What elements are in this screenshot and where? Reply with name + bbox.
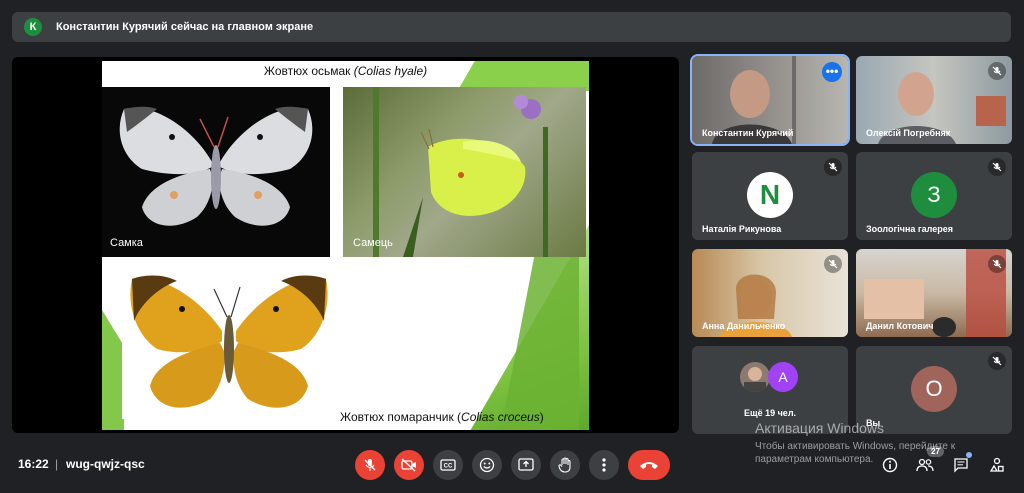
mic-toggle-button[interactable] xyxy=(355,450,385,480)
caption-orange-text: Жовтюх помаранчик ( xyxy=(340,410,462,424)
self-tile[interactable]: О Вы xyxy=(856,346,1012,434)
info-icon xyxy=(882,457,898,473)
participant-name: Вы xyxy=(866,418,881,428)
photo-female-butterfly: Самка xyxy=(102,87,330,257)
participant-tile[interactable]: Олексій Погребняк xyxy=(856,56,1012,144)
caption-female: Самка xyxy=(110,237,143,249)
svg-text:CC: CC xyxy=(444,464,453,470)
participant-name: Наталія Рикунова xyxy=(702,224,782,234)
presenter-avatar: К xyxy=(24,18,42,36)
mic-off-icon xyxy=(988,62,1006,80)
mic-off-icon xyxy=(824,158,842,176)
participant-name: Данил Котович xyxy=(866,321,934,331)
caption-male: Самець xyxy=(353,237,393,249)
separator: | xyxy=(55,457,59,471)
chat-button[interactable] xyxy=(948,452,974,478)
hand-icon xyxy=(558,457,571,473)
more-vert-icon xyxy=(602,458,606,472)
participant-avatar: N xyxy=(747,172,793,218)
notification-dot xyxy=(966,452,972,458)
mic-off-icon xyxy=(364,459,376,471)
clock: 16:22 xyxy=(18,457,49,471)
mic-off-icon xyxy=(988,352,1006,370)
hang-up-icon xyxy=(640,462,658,469)
people-count-badge: 27 xyxy=(927,446,944,457)
participant-tile[interactable]: З Зоологічна галерея xyxy=(856,152,1012,240)
activities-icon xyxy=(989,457,1004,472)
slide-title-latin: (Colias hyale) xyxy=(353,64,428,78)
slide-title-text: Жовтюх осьмак xyxy=(263,64,354,78)
chat-icon xyxy=(954,458,968,473)
more-participants-tile[interactable]: А Ещё 19 чел. xyxy=(692,346,848,434)
participant-tile[interactable]: N Наталія Рикунова xyxy=(692,152,848,240)
activities-button[interactable] xyxy=(984,452,1010,478)
captions-icon: CC xyxy=(440,459,456,471)
butterfly-image xyxy=(373,87,548,257)
present-screen-icon xyxy=(518,458,534,471)
participant-tile[interactable]: Данил Котович xyxy=(856,249,1012,337)
people-icon xyxy=(916,458,934,472)
more-options-button[interactable] xyxy=(589,450,619,480)
people-button[interactable]: 27 xyxy=(912,446,944,478)
caption-orange-end: ) xyxy=(539,410,544,424)
participant-name: Зоологічна галерея xyxy=(866,224,954,234)
participant-avatar: А xyxy=(768,362,798,392)
emoji-icon xyxy=(479,457,495,473)
participant-name: Олексій Погребняк xyxy=(866,128,951,138)
photo-male-butterfly: Самець xyxy=(343,87,586,257)
participant-avatar: З xyxy=(911,172,957,218)
presentation-slide: Жовтюх осьмак (Colias hyale) Самка Самец… xyxy=(102,61,589,430)
participant-tile[interactable]: Анна Данильченко xyxy=(692,249,848,337)
slide-decoration xyxy=(102,310,124,430)
present-screen-button[interactable] xyxy=(511,450,541,480)
butterfly-image xyxy=(130,275,328,408)
caption-orange-latin: Colias croceus xyxy=(461,410,540,424)
butterfly-image xyxy=(119,106,313,226)
leave-call-button[interactable] xyxy=(628,450,670,480)
more-options-icon[interactable]: ••• xyxy=(822,62,842,82)
meet-window: К Константин Курячий сейчас на главном э… xyxy=(0,0,1024,493)
control-bar: 16:22 | wug-qwjz-qsc CC 27 xyxy=(0,440,1024,493)
self-avatar: О xyxy=(911,366,957,412)
participant-name: Константин Курячий xyxy=(702,128,794,138)
caption-orange: Жовтюх помаранчик (Colias croceus) xyxy=(340,410,544,424)
mic-off-icon xyxy=(824,255,842,273)
meeting-code: wug-qwjz-qsc xyxy=(66,457,145,471)
camera-toggle-button[interactable] xyxy=(394,450,424,480)
captions-button[interactable]: CC xyxy=(433,450,463,480)
meeting-info-button[interactable] xyxy=(877,452,903,478)
participant-thumb xyxy=(740,362,770,392)
mic-off-icon xyxy=(988,255,1006,273)
photo-orange-butterfly xyxy=(122,261,336,419)
participant-name: Анна Данильченко xyxy=(702,321,786,331)
reactions-button[interactable] xyxy=(472,450,502,480)
raise-hand-button[interactable] xyxy=(550,450,580,480)
slide-title: Жовтюх осьмак (Colias hyale) xyxy=(102,61,589,81)
more-participants-label: Ещё 19 чел. xyxy=(743,408,797,418)
mic-off-icon xyxy=(988,158,1006,176)
shared-screen: Жовтюх осьмак (Colias hyale) Самка Самец… xyxy=(12,57,679,433)
camera-off-icon xyxy=(401,458,416,472)
presentation-banner-text: Константин Курячий сейчас на главном экр… xyxy=(56,21,314,33)
participant-tile-presenter[interactable]: ••• Константин Курячий xyxy=(690,54,850,146)
presentation-banner: К Константин Курячий сейчас на главном э… xyxy=(12,12,1011,42)
